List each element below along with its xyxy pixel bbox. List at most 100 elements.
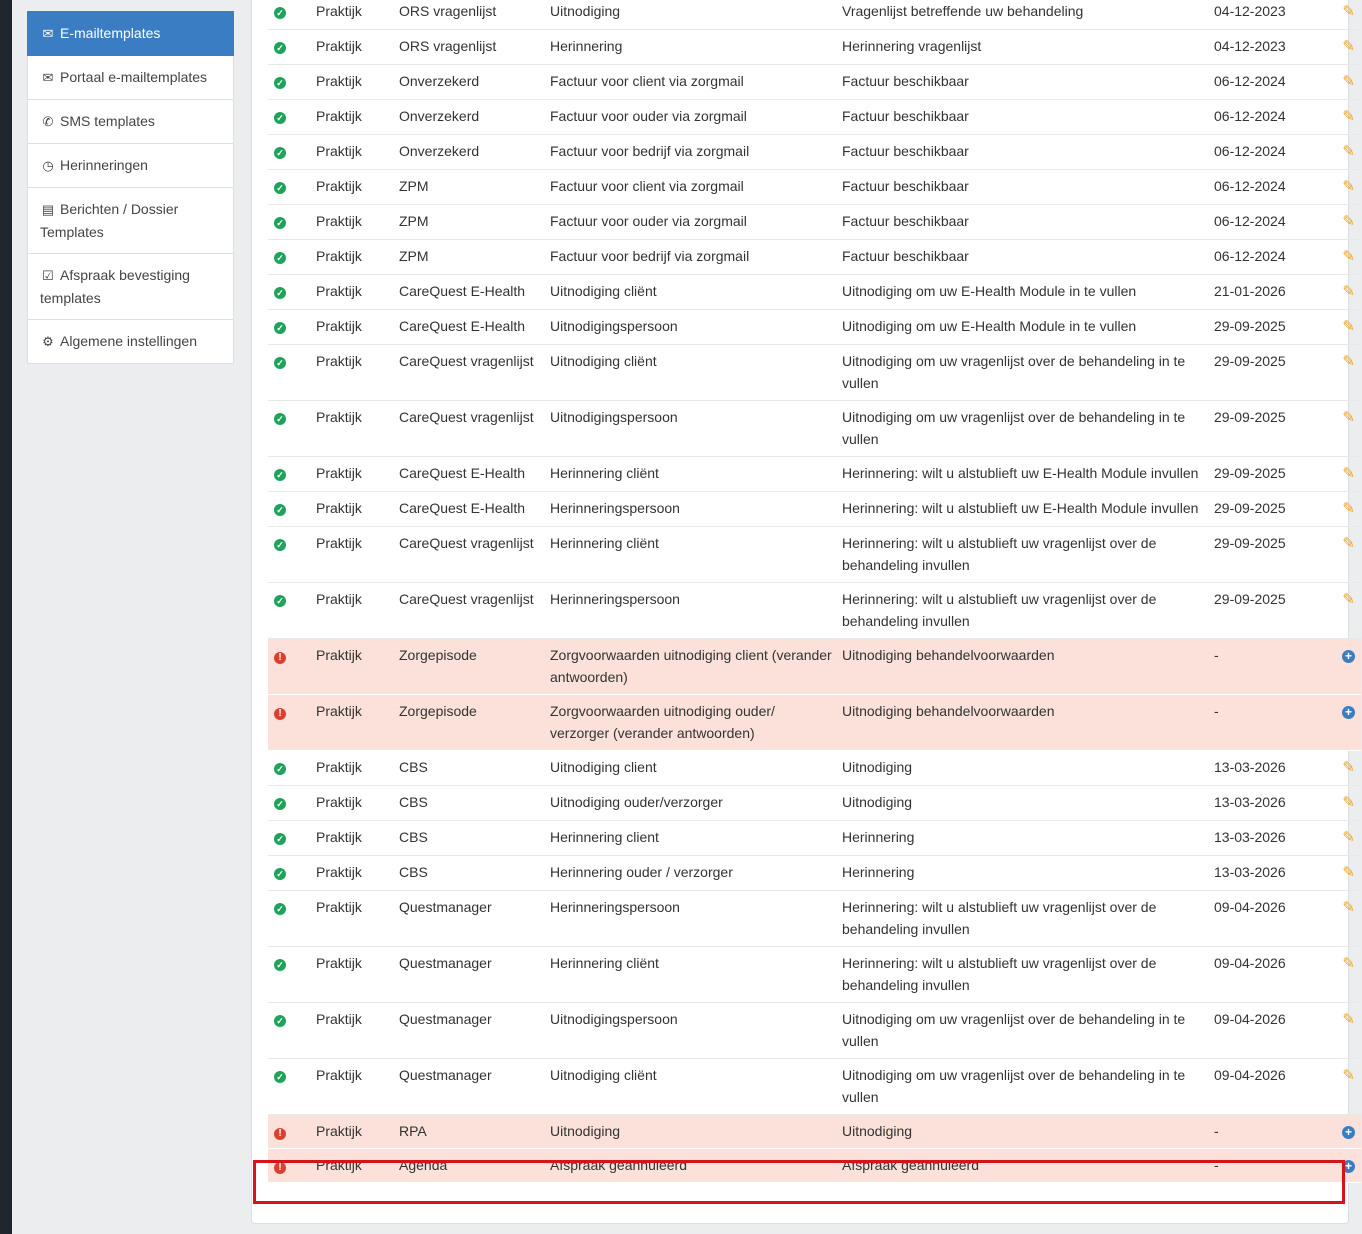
add-circle-icon[interactable]: + — [1342, 1126, 1355, 1139]
edit-pencil-icon[interactable]: ✎ — [1342, 108, 1355, 125]
sidebar-item-portaal-e-mailtemplates[interactable]: ✉ Portaal e-mailtemplates — [27, 56, 234, 100]
exclamation-circle-icon: ! — [274, 652, 286, 664]
sidebar-item-algemene-instellingen[interactable]: ⚙ Algemene instellingen — [27, 320, 234, 364]
date-cell: 13-03-2026 — [1214, 794, 1286, 810]
edit-pencil-icon[interactable]: ✎ — [1342, 500, 1355, 517]
date-cell: 06-12-2024 — [1214, 108, 1286, 124]
check-circle-icon: ✓ — [274, 322, 286, 334]
status-cell: ✓ — [268, 310, 312, 345]
action-cell: ✎ — [1315, 275, 1361, 310]
scope-cell: Praktijk — [316, 3, 362, 19]
module-cell: CareQuest E-Health — [399, 283, 526, 299]
table-row: ✓ Praktijk ZPM Factuur voor ouder via zorgm… — [268, 205, 1361, 240]
edit-pencil-icon[interactable]: ✎ — [1342, 829, 1355, 846]
template-name-cell: Herinnering ouder / verzorger — [550, 864, 733, 880]
status-cell: ✓ — [268, 100, 312, 135]
date-cell: 06-12-2024 — [1214, 213, 1286, 229]
edit-pencil-icon[interactable]: ✎ — [1342, 465, 1355, 482]
action-cell: + — [1315, 694, 1361, 751]
edit-pencil-icon[interactable]: ✎ — [1342, 248, 1355, 265]
sidebar-item-sms-templates[interactable]: ✆ SMS templates — [27, 100, 234, 144]
template-name-cell: Herinneringspersoon — [550, 899, 680, 915]
module-cell: Zorgepisode — [395, 694, 546, 751]
table-row: ! Praktijk Zorgepisode Zorgvoorwaarden uitn… — [268, 694, 1361, 751]
check-circle-icon: ✓ — [274, 1071, 286, 1083]
date-cell: 13-03-2026 — [1214, 829, 1286, 845]
edit-pencil-icon[interactable]: ✎ — [1342, 1067, 1355, 1084]
subject-cell: Uitnodiging behandelvoorwaarden — [838, 694, 1210, 751]
module-cell: CBS — [399, 794, 428, 810]
module-cell: CareQuest vragenlijst — [399, 353, 534, 369]
status-cell: ✓ — [268, 947, 312, 1003]
subject-cell: Herinnering: wilt u alstublieft uw vrage… — [842, 899, 1157, 937]
table-row: ✓ Praktijk CareQuest vragenlijst Herinnerin… — [268, 527, 1361, 583]
template-name-cell: Factuur voor bedrijf via zorgmail — [550, 248, 750, 264]
edit-pencil-icon[interactable]: ✎ — [1342, 213, 1355, 230]
action-cell: ✎ — [1315, 1003, 1361, 1059]
scope-cell: Praktijk — [316, 500, 362, 516]
module-cell: ORS vragenlijst — [399, 3, 497, 19]
date-cell: 06-12-2024 — [1214, 143, 1286, 159]
action-cell: ✎ — [1315, 856, 1361, 891]
gear-icon: ⚙ — [42, 334, 54, 349]
scope-cell: Praktijk — [316, 1067, 362, 1083]
template-name-cell: Zorgvoorwaarden uitnodiging client (vera… — [546, 638, 838, 695]
sidebar-item-berichten-dossier-templates[interactable]: ▤ Berichten / Dossier Templates — [27, 188, 234, 254]
status-cell: ! — [268, 694, 312, 751]
template-name-cell: Herinnering cliënt — [550, 535, 659, 551]
edit-pencil-icon[interactable]: ✎ — [1342, 591, 1355, 608]
table-row: ✓ Praktijk Questmanager Uitnodiging cliënt U… — [268, 1059, 1361, 1115]
edit-pencil-icon[interactable]: ✎ — [1342, 143, 1355, 160]
sidebar-item-afspraak-bevestiging-templates[interactable]: ☑ Afspraak bevestiging templates — [27, 254, 234, 320]
status-cell: ✓ — [268, 527, 312, 583]
add-circle-icon[interactable]: + — [1342, 706, 1355, 719]
email-templates-table: ✓ Praktijk ORS vragenlijst Uitnodiging Vrage… — [268, 0, 1361, 1183]
module-cell: ZPM — [399, 213, 429, 229]
module-cell: ZPM — [399, 178, 429, 194]
edit-pencil-icon[interactable]: ✎ — [1342, 794, 1355, 811]
edit-pencil-icon[interactable]: ✎ — [1342, 1011, 1355, 1028]
status-cell: ✓ — [268, 30, 312, 65]
action-cell: ✎ — [1315, 0, 1361, 30]
edit-pencil-icon[interactable]: ✎ — [1342, 899, 1355, 916]
add-circle-icon[interactable]: + — [1342, 1160, 1355, 1173]
subject-cell: Herinnering: wilt u alstublieft uw vrage… — [842, 955, 1157, 993]
date-cell: 29-09-2025 — [1214, 409, 1286, 425]
check-circle-icon: ✓ — [274, 959, 286, 971]
sidebar-item-herinneringen[interactable]: ◷ Herinneringen — [27, 144, 234, 188]
template-name-cell: Factuur voor ouder via zorgmail — [550, 108, 747, 124]
template-name-cell: Uitnodigingspersoon — [550, 318, 678, 334]
check-circle-icon: ✓ — [274, 1015, 286, 1027]
action-cell: ✎ — [1315, 345, 1361, 401]
add-circle-icon[interactable]: + — [1342, 650, 1355, 663]
sidebar-item-e-mailtemplates[interactable]: ✉ E-mailtemplates — [27, 11, 234, 56]
check-circle-icon: ✓ — [274, 217, 286, 229]
edit-pencil-icon[interactable]: ✎ — [1342, 535, 1355, 552]
date-cell: 09-04-2026 — [1214, 1011, 1286, 1027]
edit-pencil-icon[interactable]: ✎ — [1342, 759, 1355, 776]
action-cell: ✎ — [1315, 100, 1361, 135]
edit-pencil-icon[interactable]: ✎ — [1342, 353, 1355, 370]
action-cell: ✎ — [1315, 457, 1361, 492]
edit-pencil-icon[interactable]: ✎ — [1342, 318, 1355, 335]
module-cell: CareQuest E-Health — [399, 500, 526, 516]
edit-pencil-icon[interactable]: ✎ — [1342, 864, 1355, 881]
exclamation-circle-icon: ! — [274, 1162, 286, 1174]
status-cell: ✓ — [268, 205, 312, 240]
edit-pencil-icon[interactable]: ✎ — [1342, 178, 1355, 195]
edit-pencil-icon[interactable]: ✎ — [1342, 955, 1355, 972]
edit-pencil-icon[interactable]: ✎ — [1342, 409, 1355, 426]
table-row: ! Praktijk Agenda Afspraak geannuleerd Afspr… — [268, 1148, 1361, 1183]
scope-cell: Praktijk — [312, 638, 395, 695]
edit-pencil-icon[interactable]: ✎ — [1342, 283, 1355, 300]
edit-pencil-icon[interactable]: ✎ — [1342, 38, 1355, 55]
subject-cell: Uitnodiging — [842, 759, 913, 775]
subject-cell: Uitnodiging om uw vragenlijst over de be… — [842, 1067, 1186, 1105]
status-cell: ✓ — [268, 135, 312, 170]
template-name-cell: Uitnodiging ouder/verzorger — [550, 794, 723, 810]
template-name-cell: Uitnodiging cliënt — [550, 353, 657, 369]
edit-pencil-icon[interactable]: ✎ — [1342, 73, 1355, 90]
subject-cell: Uitnodiging om uw vragenlijst over de be… — [842, 353, 1186, 391]
edit-pencil-icon[interactable]: ✎ — [1342, 3, 1355, 20]
template-name-cell: Uitnodiging cliënt — [550, 283, 657, 299]
